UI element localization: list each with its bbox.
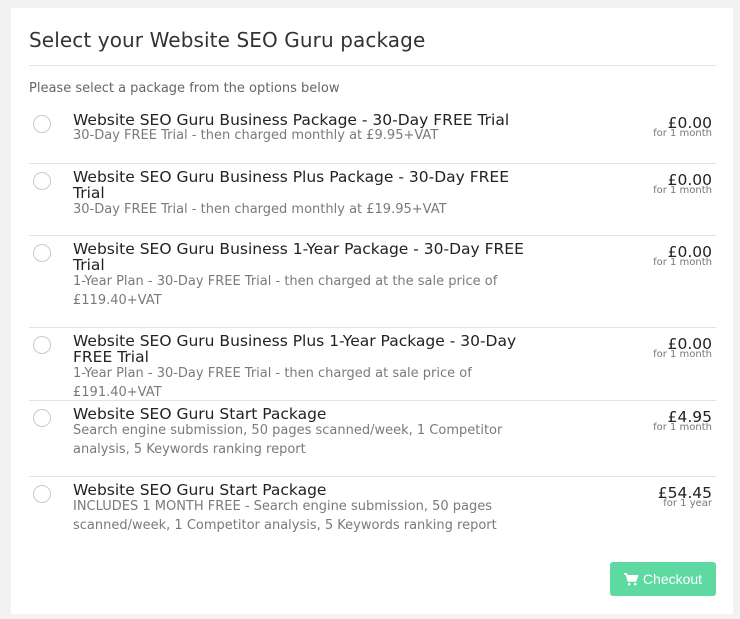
package-description: INCLUDES 1 MONTH FREE - Search engine su…: [73, 499, 497, 533]
package-period: for 1 month: [653, 185, 712, 196]
page-title: Select your Website SEO Guru package: [29, 28, 426, 52]
package-option-business-1-year[interactable]: Website SEO Guru Business 1-Year Package…: [29, 235, 716, 327]
package-name: Website SEO Guru Start Package: [73, 405, 327, 423]
package-period: for 1 year: [663, 498, 712, 509]
package-radio[interactable]: [33, 115, 51, 133]
package-name: Website SEO Guru Business 1-Year Package…: [73, 240, 524, 274]
package-radio[interactable]: [33, 172, 51, 190]
package-period: for 1 month: [653, 422, 712, 433]
package-radio[interactable]: [33, 409, 51, 427]
package-radio[interactable]: [33, 485, 51, 503]
package-period: for 1 month: [653, 257, 712, 268]
package-description: Search engine submission, 50 pages scann…: [73, 423, 503, 457]
checkout-label: Checkout: [642, 571, 703, 587]
package-radio[interactable]: [33, 336, 51, 354]
package-selection-card: Select your Website SEO Guru package Ple…: [11, 8, 733, 614]
package-period: for 1 month: [653, 128, 712, 139]
package-period: for 1 month: [653, 349, 712, 360]
package-name: Website SEO Guru Business Plus Package -…: [73, 168, 510, 202]
shopping-cart-icon: [623, 572, 639, 585]
package-description: 1-Year Plan - 30-Day FREE Trial - then c…: [73, 366, 472, 400]
title-divider: [29, 65, 716, 66]
package-description: 30-Day FREE Trial - then charged monthly…: [73, 202, 447, 217]
package-name: Website SEO Guru Start Package: [73, 481, 327, 499]
package-option-business[interactable]: Website SEO Guru Business Package - 30-D…: [29, 108, 716, 164]
package-option-business-plus-1-year[interactable]: Website SEO Guru Business Plus 1-Year Pa…: [29, 327, 716, 400]
package-option-start-yearly[interactable]: Website SEO Guru Start Package INCLUDES …: [29, 476, 716, 546]
package-description: 30-Day FREE Trial - then charged monthly…: [73, 128, 439, 143]
package-name: Website SEO Guru Business Plus 1-Year Pa…: [73, 332, 517, 366]
package-description: 1-Year Plan - 30-Day FREE Trial - then c…: [73, 274, 498, 308]
page-subtitle: Please select a package from the options…: [29, 81, 340, 96]
checkout-button[interactable]: Checkout: [610, 562, 716, 596]
package-option-start-monthly[interactable]: Website SEO Guru Start Package Search en…: [29, 400, 716, 476]
package-option-business-plus[interactable]: Website SEO Guru Business Plus Package -…: [29, 163, 716, 236]
package-radio[interactable]: [33, 244, 51, 262]
